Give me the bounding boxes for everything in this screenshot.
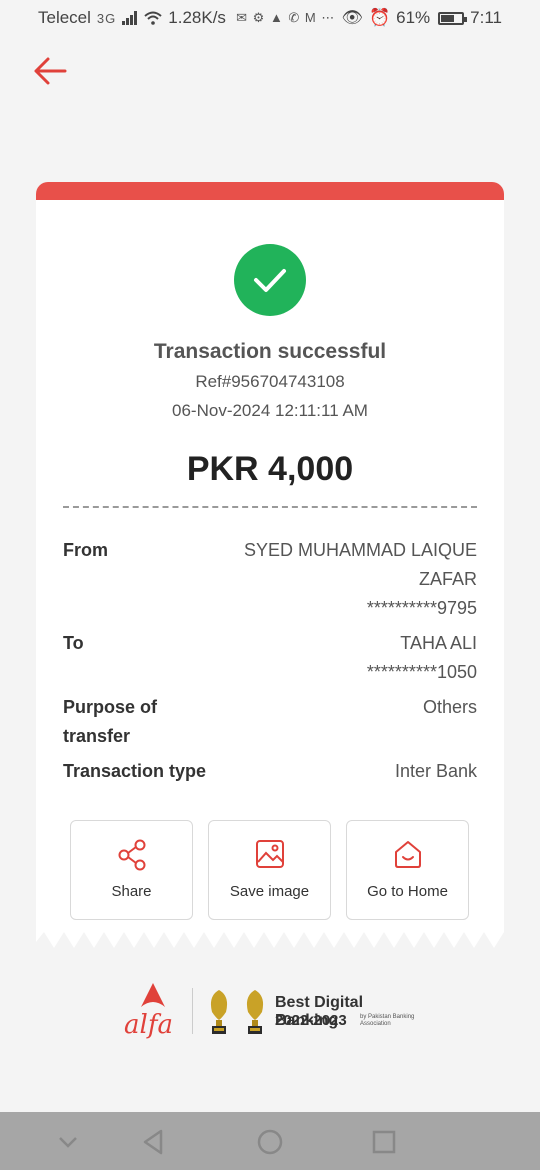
from-value: SYED MUHAMMAD LAIQUE ZAFAR **********979… xyxy=(217,536,477,623)
transaction-reference: Ref#956704743108 xyxy=(195,372,345,391)
detail-row-to: To TAHA ALI **********1050 xyxy=(63,629,477,689)
nav-home-button[interactable] xyxy=(256,1128,284,1156)
to-account: **********1050 xyxy=(366,662,477,682)
nav-collapse-button[interactable] xyxy=(54,1128,82,1156)
go-home-button[interactable]: Go to Home xyxy=(346,820,469,920)
trophy-icon xyxy=(246,990,264,1034)
success-check-icon xyxy=(234,244,306,316)
carrier-name: Telecel xyxy=(38,8,91,27)
go-home-label: Go to Home xyxy=(367,883,448,900)
chevron-down-icon xyxy=(59,1137,77,1148)
from-name-line1: SYED MUHAMMAD LAIQUE xyxy=(243,540,477,560)
receipt-torn-edge xyxy=(36,930,504,948)
to-label: To xyxy=(63,633,84,653)
type-label: Transaction type xyxy=(63,761,207,781)
circle-home-icon xyxy=(257,1129,283,1155)
receipt-card: Transaction successful Ref#956704743108 … xyxy=(36,182,504,948)
back-button[interactable] xyxy=(32,56,68,86)
home-icon xyxy=(347,839,468,873)
nav-recents-button[interactable] xyxy=(370,1128,398,1156)
share-icon xyxy=(71,839,192,873)
alfa-logo-icon xyxy=(141,983,165,1007)
dashed-divider xyxy=(63,506,477,508)
detail-row-purpose: Purpose of transfer Others xyxy=(63,693,477,753)
from-name-line2: ZAFAR xyxy=(418,569,477,589)
arrow-left-icon xyxy=(34,57,67,85)
save-image-label: Save image xyxy=(229,883,310,900)
system-nav-bar xyxy=(0,1112,540,1170)
image-icon xyxy=(209,839,330,873)
nav-back-button[interactable] xyxy=(140,1128,168,1156)
notification-icons: ✉ ⚙ ▲ ✆ M ⋯ xyxy=(236,10,336,25)
save-image-button[interactable]: Save image xyxy=(208,820,331,920)
receipt-actions: Share Save image Go to Home xyxy=(70,820,470,920)
detail-row-type: Transaction type Inter Bank xyxy=(63,757,477,787)
clock: 7:11 xyxy=(470,8,502,27)
status-bar-right: ✉ ⚙ ▲ ✆ M ⋯ 👁 ⏰ 61% 7:11 xyxy=(236,8,502,28)
battery-icon xyxy=(438,11,468,25)
to-name: TAHA ALI xyxy=(400,633,477,653)
receipt-card-header xyxy=(36,182,504,200)
network-type: 3G xyxy=(96,10,117,26)
signal-icon xyxy=(122,11,138,25)
purpose-label: Purpose of transfer xyxy=(63,693,223,751)
eye-icon: 👁 xyxy=(341,8,363,27)
award-year: 2022-2023 xyxy=(275,1012,347,1029)
receipt-card-body: Transaction successful Ref#956704743108 … xyxy=(36,200,504,948)
footer-branding: alfa Best Digital Banking 2022-2023 by P… xyxy=(120,980,430,1042)
status-bar-left: Telecel 3G 1.28K/s xyxy=(38,8,226,28)
transaction-amount: PKR 4,000 xyxy=(186,450,354,488)
type-value: Inter Bank xyxy=(394,761,477,781)
alarm-icon: ⏰ xyxy=(368,8,391,27)
square-recents-icon xyxy=(372,1130,396,1154)
purpose-label-line1: Purpose of xyxy=(63,697,158,717)
alfa-logo-text: alfa xyxy=(124,1010,173,1040)
brand-separator xyxy=(192,988,193,1034)
to-value: TAHA ALI **********1050 xyxy=(217,629,477,687)
network-speed: 1.28K/s xyxy=(168,8,226,27)
share-label: Share xyxy=(111,883,152,900)
from-account: **********9795 xyxy=(366,598,477,618)
wifi-icon xyxy=(144,11,162,25)
triangle-back-icon xyxy=(143,1129,163,1155)
transaction-datetime: 06-Nov-2024 12:11:11 AM xyxy=(172,401,368,420)
detail-row-from: From SYED MUHAMMAD LAIQUE ZAFAR ********… xyxy=(63,536,477,626)
status-bar: Telecel 3G 1.28K/s ✉ ⚙ ▲ ✆ M ⋯ 👁 ⏰ 61% 7… xyxy=(0,0,540,36)
trophy-icon xyxy=(210,990,228,1034)
battery-level: 61% xyxy=(396,8,431,27)
share-button[interactable]: Share xyxy=(70,820,193,920)
transaction-status-title: Transaction successful xyxy=(153,340,387,363)
from-label: From xyxy=(63,540,108,560)
purpose-label-line2: transfer xyxy=(63,726,131,746)
award-by: by Pakistan Banking Association xyxy=(360,1014,415,1027)
purpose-value: Others xyxy=(422,697,477,717)
